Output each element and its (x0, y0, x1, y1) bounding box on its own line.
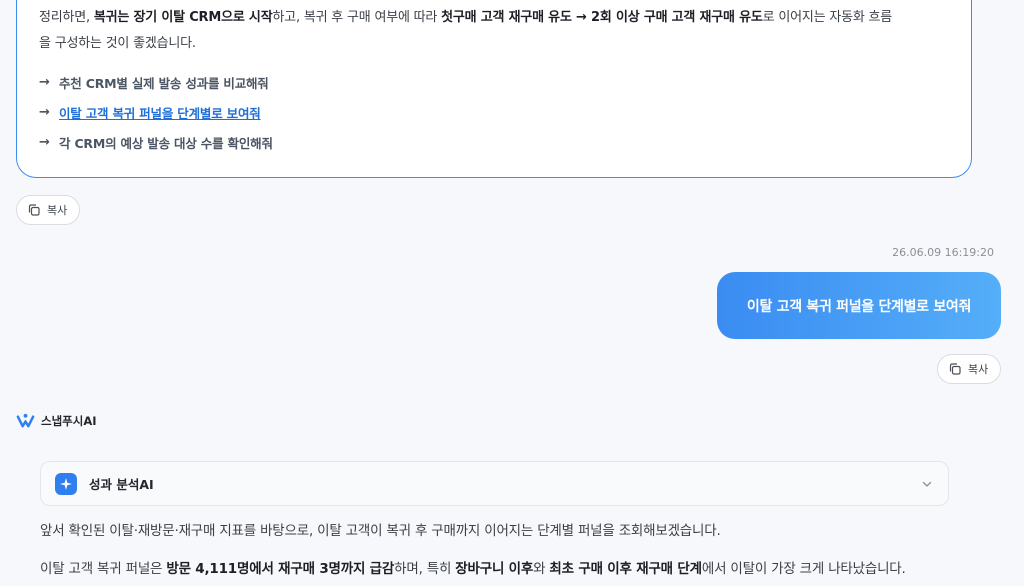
result-bold-1: 방문 4,111명에서 재구매 3명까지 급감 (166, 561, 395, 577)
chevron-down-icon[interactable] (920, 477, 934, 491)
summary-bold-1: 복귀는 장기 이탈 CRM으로 시작 (93, 10, 273, 25)
copy-icon (949, 363, 961, 375)
suggestion-label: 각 CRM의 예상 발송 대상 수를 확인해줘 (59, 135, 273, 151)
arrow-right-icon: → (39, 134, 50, 150)
summary-text-3: 로 이어지는 자동화 흐름 (762, 10, 893, 25)
snappush-logo-icon (16, 413, 35, 428)
suggestion-label: 이탈 고객 복귀 퍼널을 단계별로 보여줘 (59, 105, 261, 121)
copy-label: 복사 (47, 204, 68, 217)
arrow-right-icon: → (39, 74, 50, 90)
copy-answer-button[interactable]: 복사 (16, 195, 81, 225)
result-text-2: 하며, 특히 (394, 561, 456, 577)
copy-label: 복사 (968, 363, 989, 376)
assistant-brand: 스냅푸시AI (16, 411, 97, 430)
agent-label: 성과 분석AI (89, 477, 154, 492)
agent-accordion[interactable]: 성과 분석AI (40, 461, 949, 506)
suggestion-label: 추천 CRM별 실제 발송 성과를 비교해줘 (59, 75, 269, 91)
answer-summary: 정리하면, 복귀는 장기 이탈 CRM으로 시작하고, 복귀 후 구매 여부에 … (39, 5, 949, 57)
result-text-3: 와 (533, 561, 550, 577)
previous-answer-card: 정리하면, 복귀는 장기 이탈 CRM으로 시작하고, 복귀 후 구매 여부에 … (16, 0, 972, 178)
assistant-result: 이탈 고객 복귀 퍼널은 방문 4,111명에서 재구매 3명까지 급감하며, … (40, 557, 906, 577)
result-text-1: 이탈 고객 복귀 퍼널은 (40, 561, 167, 577)
result-bold-2: 장바구니 이후 (455, 561, 534, 577)
suggestion-funnel-steps[interactable]: → 이탈 고객 복귀 퍼널을 단계별로 보여줘 (39, 97, 949, 127)
suggestion-compare-performance[interactable]: → 추천 CRM별 실제 발송 성과를 비교해줘 (39, 67, 949, 97)
message-timestamp: 26.06.09 16:19:20 (892, 246, 994, 259)
summary-text-2: 하고, 복귀 후 구매 여부에 따라 (272, 10, 442, 25)
result-bold-3: 최초 구매 이후 재구매 단계 (549, 561, 702, 577)
result-text-4: 에서 이탈이 가장 크게 나타났습니다. (701, 561, 906, 577)
user-message-bubble: 이탈 고객 복귀 퍼널을 단계별로 보여줘 (717, 272, 1001, 339)
copy-icon (28, 204, 40, 216)
copy-user-message-button[interactable]: 복사 (937, 354, 1002, 384)
sparkle-icon (55, 472, 77, 495)
summary-text-1: 정리하면, (39, 10, 94, 25)
arrow-right-icon: → (39, 104, 50, 120)
assistant-intro: 앞서 확인된 이탈·재방문·재구매 지표를 바탕으로, 이탈 고객이 복귀 후 … (40, 523, 721, 539)
summary-text-4: 을 구성하는 것이 좋겠습니다. (39, 36, 196, 51)
suggestion-target-count[interactable]: → 각 CRM의 예상 발송 대상 수를 확인해줘 (39, 127, 949, 157)
followup-suggestions: → 추천 CRM별 실제 발송 성과를 비교해줘 → 이탈 고객 복귀 퍼널을 … (39, 67, 949, 157)
user-message-text: 이탈 고객 복귀 퍼널을 단계별로 보여줘 (746, 298, 972, 315)
summary-bold-2: 첫구매 고객 재구매 유도 → 2회 이상 구매 고객 재구매 유도 (441, 10, 763, 25)
brand-name: 스냅푸시AI (41, 413, 97, 428)
chat-page: 정리하면, 복귀는 장기 이탈 CRM으로 시작하고, 복귀 후 구매 여부에 … (0, 0, 1024, 586)
